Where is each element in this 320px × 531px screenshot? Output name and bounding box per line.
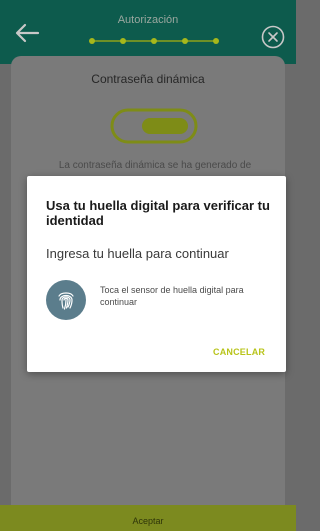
header-title: Autorización [117,14,179,26]
app-header: Autorización [0,0,296,64]
fingerprint-dialog: Usa tu huella digital para verificar tu … [27,176,286,372]
card-title: Contraseña dinámica [91,72,205,86]
close-icon[interactable] [261,25,285,49]
accept-button[interactable]: Aceptar [0,505,296,531]
fingerprint-badge [46,280,86,320]
progress-steps [89,38,219,44]
cancel-button[interactable]: CANCELAR [213,347,265,357]
toggle-icon [110,108,198,144]
fingerprint-icon [58,292,74,310]
dialog-subtitle: Ingresa tu huella para continuar [46,246,229,261]
accept-button-label: Aceptar [132,516,164,526]
card-description: La contraseña dinámica se ha generado de [58,160,252,171]
dialog-title: Usa tu huella digital para verificar tu … [46,198,270,228]
sensor-hint: Toca el sensor de huella digital para co… [100,285,244,307]
